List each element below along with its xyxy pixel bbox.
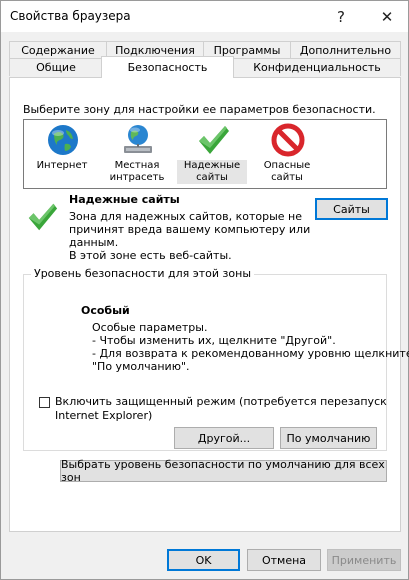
- zone-info-line-4: В этой зоне есть веб-сайты.: [69, 249, 232, 262]
- zone-local-intranet-label: Местная интрасеть: [102, 160, 172, 184]
- protected-mode-label-line1: Включить защищенный режим (потребуется п…: [55, 395, 387, 408]
- cancel-button[interactable]: Отмена: [247, 549, 321, 571]
- zone-restricted-sites-label-line2: сайты: [271, 172, 303, 183]
- ok-button[interactable]: OK: [167, 549, 240, 571]
- reset-all-zones-button[interactable]: Выбрать уровень безопасности по умолчани…: [60, 458, 387, 484]
- window-title: Свойства браузера: [10, 9, 131, 23]
- security-level-title: Особый: [81, 304, 130, 317]
- zone-internet-label-line1: Интернет: [36, 160, 88, 171]
- security-level-line-1: Особые параметры.: [92, 321, 208, 334]
- zone-trusted-sites-label-line1: Надежные: [183, 160, 241, 171]
- security-level-line-3: - Для возврата к рекомендованному уровню…: [92, 347, 409, 360]
- security-level-group: [23, 274, 387, 451]
- protected-mode-label-line2: Internet Explorer): [55, 409, 153, 422]
- zone-restricted-sites[interactable]: Опасные сайты: [252, 120, 322, 188]
- checkmark-icon: [199, 126, 229, 154]
- zone-info-line-1: Зона для надежных сайтов, которые не: [69, 210, 303, 223]
- apply-button[interactable]: Применить: [327, 549, 401, 571]
- zone-restricted-sites-label: Опасные сайты: [252, 160, 322, 184]
- zone-internet-label: Интернет: [27, 160, 97, 172]
- zone-trusted-sites-label-line2: сайты: [196, 172, 228, 183]
- title-bar: Свойства браузера ? ✕: [1, 1, 408, 32]
- default-level-button[interactable]: По умолчанию: [280, 427, 377, 449]
- security-level-group-label: Уровень безопасности для этой зоны: [31, 267, 254, 280]
- prohibited-icon: [271, 123, 305, 157]
- help-button[interactable]: ?: [321, 1, 361, 32]
- tab-general[interactable]: Общие: [9, 58, 103, 76]
- security-level-line-4: "По умолчанию".: [92, 360, 190, 373]
- zone-local-intranet[interactable]: Местная интрасеть: [102, 120, 172, 188]
- tab-content[interactable]: Содержание: [9, 41, 107, 59]
- zone-local-intranet-label-line2: интрасеть: [109, 172, 165, 183]
- close-button[interactable]: ✕: [367, 1, 407, 32]
- tab-advanced[interactable]: Дополнительно: [290, 41, 401, 59]
- protected-mode-checkbox[interactable]: [39, 397, 50, 408]
- zone-list[interactable]: Интернет Местная интрасеть Надежные сайт…: [23, 119, 387, 189]
- globe-icon: [48, 125, 78, 155]
- zone-trusted-sites-label: Надежные сайты: [177, 160, 247, 184]
- zone-internet[interactable]: Интернет: [27, 120, 97, 188]
- zone-info-line-3: данным.: [69, 236, 119, 249]
- browser-properties-dialog: Свойства браузера ? ✕ Содержание Подключ…: [0, 0, 409, 580]
- security-level-line-2: - Чтобы изменить их, щелкните "Другой".: [92, 334, 336, 347]
- tab-privacy[interactable]: Конфиденциальность: [233, 58, 401, 76]
- intranet-icon: [124, 125, 152, 153]
- tab-security[interactable]: Безопасность: [101, 56, 234, 78]
- zone-local-intranet-label-line1: Местная: [114, 160, 160, 171]
- zone-info-line-2: причинят вреда вашему компьютеру или: [69, 223, 311, 236]
- zone-prompt: Выберите зону для настройки ее параметро…: [23, 103, 376, 116]
- zone-trusted-sites[interactable]: Надежные сайты: [177, 120, 247, 188]
- zone-info-title: Надежные сайты: [69, 193, 180, 206]
- zone-restricted-sites-label-line1: Опасные: [263, 160, 311, 171]
- selected-zone-checkmark-icon: [28, 203, 58, 231]
- sites-button[interactable]: Сайты: [315, 198, 388, 220]
- custom-level-button[interactable]: Другой...: [174, 427, 274, 449]
